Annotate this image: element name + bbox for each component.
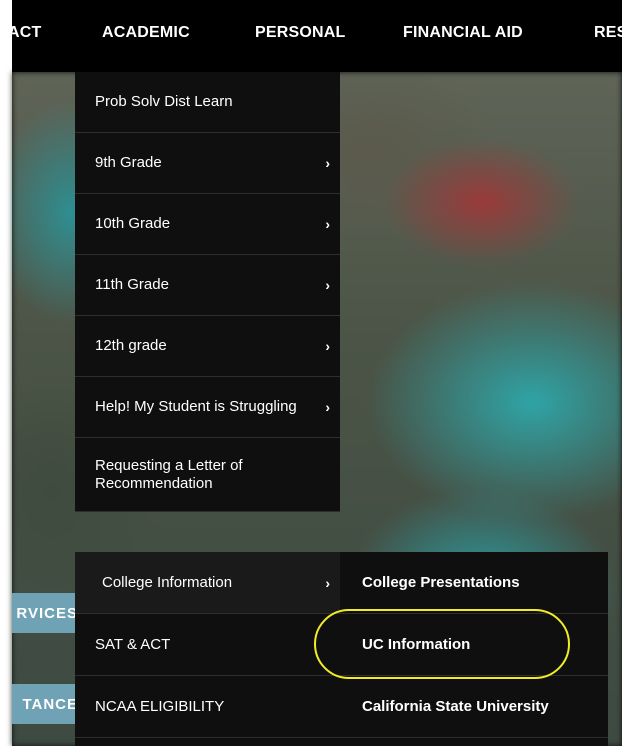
assistance-button[interactable]: TANCE [12,684,78,724]
menu-item-label: 10th Grade [95,215,171,232]
nav-item-act[interactable]: ACT [8,24,41,42]
nav-item-resources[interactable]: RES [594,24,622,42]
services-button-label: RVICES [16,604,78,622]
submenu-item-college-presentations[interactable]: College Presentations [340,574,520,591]
nav-item-financial-aid[interactable]: FINANCIAL AID [403,24,523,42]
menu-item-label: 11th Grade [95,276,169,293]
chevron-right-icon: › [325,277,330,293]
menu-item-help-my-student-is-struggling[interactable]: Help! My Student is Struggling › [75,377,340,438]
chevron-right-icon: › [325,574,330,591]
menu-item-label: 9th Grade [95,154,162,171]
nav-item-academic[interactable]: ACADEMIC [102,24,190,42]
menu-item-label: Requesting a Letter of Recommendation [95,456,243,492]
highlight-circle-annotation [314,609,570,679]
menu-row-next [75,738,608,746]
submenu-item-california-state-university[interactable]: California State University [340,698,549,715]
menu-item-10th-grade[interactable]: 10th Grade › [75,194,340,255]
menu-item-label: Prob Solv Dist Learn [95,93,233,110]
menu-item-ncaa-eligibility[interactable]: NCAA ELIGIBILITY [75,676,340,737]
menu-item-label: NCAA ELIGIBILITY [95,698,225,715]
menu-row-ncaa-eligibility: NCAA ELIGIBILITY California State Univer… [75,676,608,738]
menu-item-11th-grade[interactable]: 11th Grade › [75,255,340,316]
menu-item-label: College Information [102,574,233,591]
academic-dropdown-menu: Prob Solv Dist Learn 9th Grade › 10th Gr… [75,72,340,512]
nav-item-personal[interactable]: PERSONAL [255,24,346,42]
assistance-button-label: TANCE [22,695,78,713]
menu-row-college-information: College Information › College Presentati… [75,552,608,614]
page-left-edge [0,0,12,746]
chevron-right-icon: › [325,216,330,232]
menu-item-sat-act[interactable]: SAT & ACT [75,614,340,675]
services-button[interactable]: RVICES [12,593,78,633]
menu-item-prob-solv-dist-learn[interactable]: Prob Solv Dist Learn [75,72,340,133]
menu-item-12th-grade[interactable]: 12th grade › [75,316,340,377]
menu-item-label: SAT & ACT [95,636,171,653]
chevron-right-icon: › [325,399,330,415]
menu-item-college-information[interactable]: College Information › [75,552,340,613]
menu-item-requesting-letter-of-recommendation[interactable]: Requesting a Letter of Recommendation [75,438,340,512]
menu-item-label: Help! My Student is Struggling [95,398,297,415]
chevron-right-icon: › [325,155,330,171]
menu-item-9th-grade[interactable]: 9th Grade › [75,133,340,194]
top-navigation: ACT ACADEMIC PERSONAL FINANCIAL AID RES [8,0,622,72]
menu-item-label: 12th grade [95,337,167,354]
chevron-right-icon: › [325,338,330,354]
